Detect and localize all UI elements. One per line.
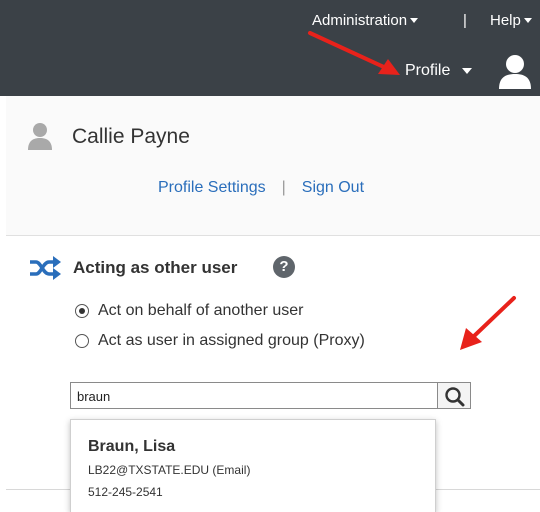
profile-label: Profile [405,62,451,79]
radio-label: Act as user in assigned group (Proxy) [98,332,365,349]
shuffle-icon [30,256,61,280]
help-label: Help [490,12,521,29]
help-icon[interactable]: ? [273,256,295,278]
administration-menu[interactable]: Administration [312,12,419,29]
menu-separator: | [463,12,467,29]
profile-menu[interactable]: Profile [405,62,473,80]
radio-label: Act on behalf of another user [98,302,304,319]
sign-out-link[interactable]: Sign Out [302,179,364,197]
divider [6,489,70,490]
help-menu[interactable]: Help [490,12,532,29]
administration-label: Administration [312,12,408,29]
search-button[interactable] [437,382,471,409]
chevron-down-icon [462,68,473,74]
search-icon [445,387,465,407]
annotation-arrow-icon [308,31,400,75]
radio-act-on-behalf[interactable]: Act on behalf of another user [75,302,303,320]
acting-section-title: Acting as other user [73,258,238,277]
profile-user-name: Callie Payne [72,125,190,148]
user-search-input[interactable]: braun [70,382,438,409]
top-navigation-bar [0,0,540,96]
profile-links: Profile Settings | Sign Out [158,179,364,197]
radio-button-selected[interactable] [75,304,89,318]
annotation-arrow-icon [460,296,516,350]
radio-act-as-proxy[interactable]: Act as user in assigned group (Proxy) [75,332,365,350]
user-icon [28,123,52,150]
link-separator: | [281,179,286,196]
result-name[interactable]: Braun, Lisa [88,438,175,456]
chevron-down-icon [523,18,532,23]
divider [436,489,540,490]
profile-panel [6,96,540,236]
result-phone: 512-245-2541 [88,485,163,499]
avatar-icon[interactable] [496,52,534,90]
chevron-down-icon [410,18,419,23]
result-email: LB22@TXSTATE.EDU (Email) [88,463,251,477]
radio-button[interactable] [75,334,89,348]
profile-settings-link[interactable]: Profile Settings [158,179,266,197]
